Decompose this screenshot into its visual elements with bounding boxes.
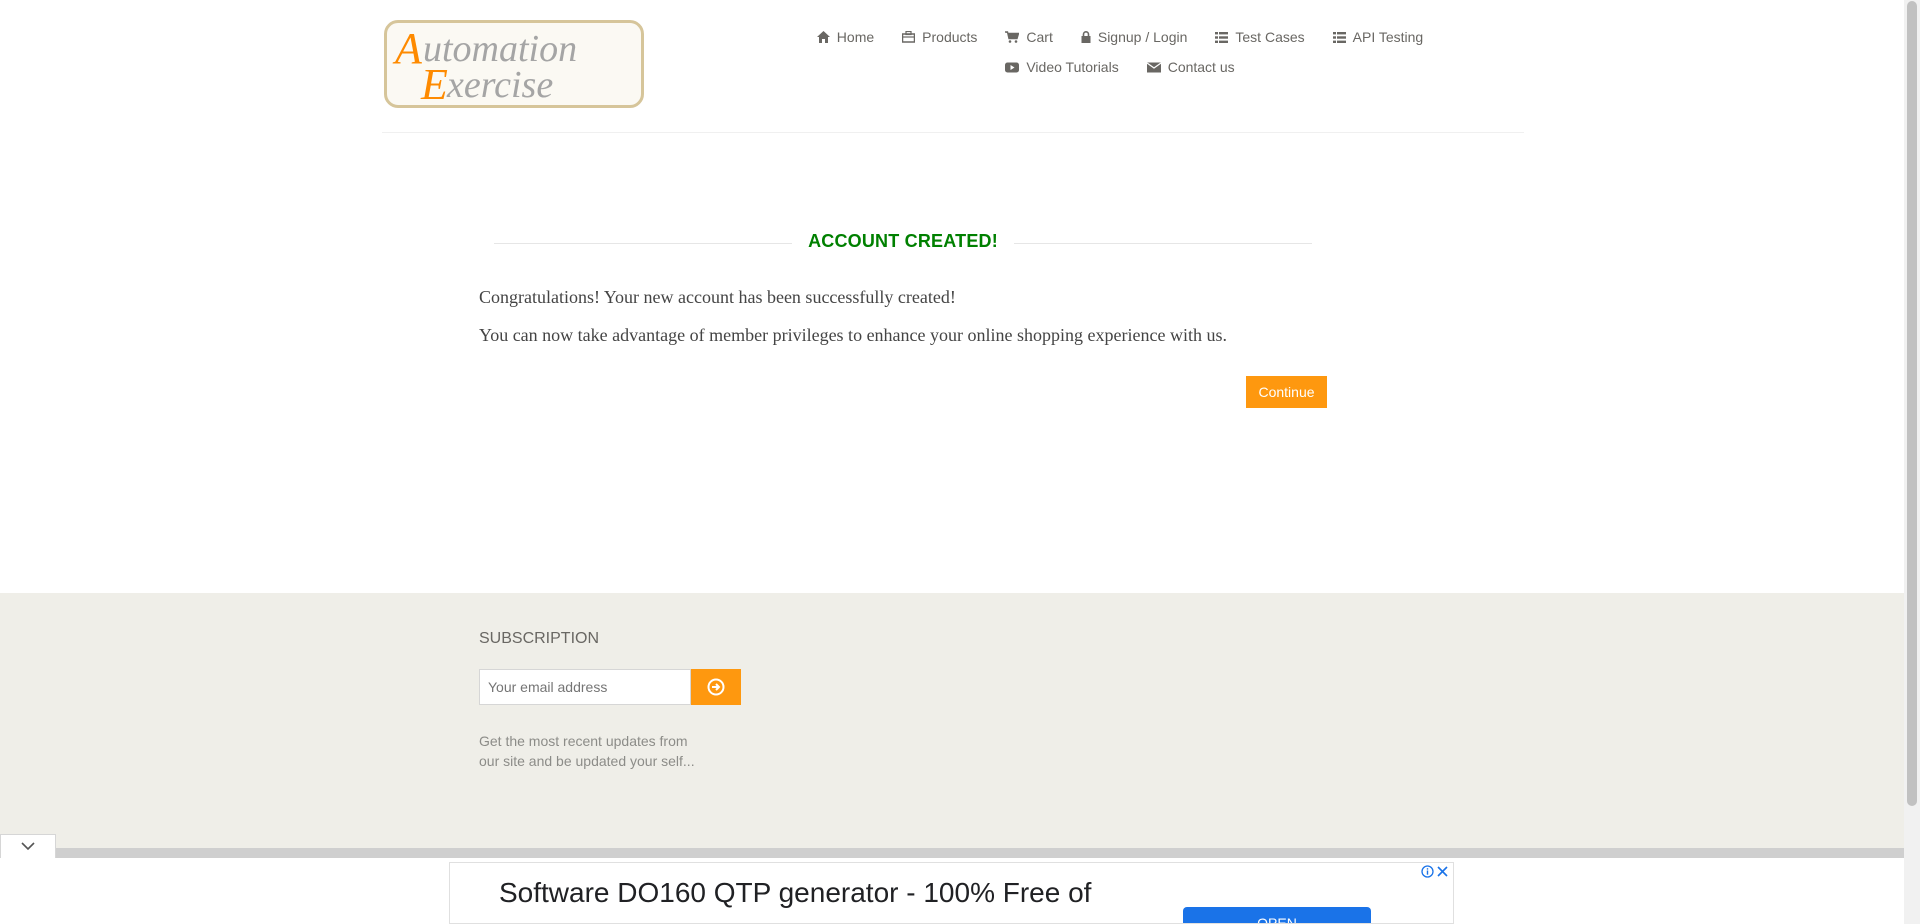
ad-banner[interactable]: Software DO160 QTP generator - 100% Free…	[449, 862, 1454, 924]
privileges-message: You can now take advantage of member pri…	[479, 325, 1227, 345]
scrollbar-thumb[interactable]	[1907, 1, 1917, 806]
page-title: ACCOUNT CREATED!	[808, 231, 998, 251]
nav-contact-us-label: Contact us	[1167, 59, 1235, 75]
nav-signup-login-label: Signup / Login	[1097, 29, 1188, 45]
home-icon	[816, 31, 830, 43]
cart-icon	[1005, 31, 1020, 43]
nav-video-tutorials[interactable]: Video Tutorials	[991, 58, 1132, 76]
nav-test-cases[interactable]: Test Cases	[1201, 28, 1318, 46]
ad-info-icon[interactable]	[1421, 865, 1434, 878]
ad-divider-strip	[0, 848, 1904, 858]
nav-home-label: Home	[836, 29, 875, 45]
lock-icon	[1081, 31, 1091, 43]
subscription-description: Get the most recent updates from our sit…	[479, 733, 695, 769]
site-header: A utomation E xercise Home Products Cart…	[382, 0, 1524, 133]
nav-video-tutorials-label: Video Tutorials	[1026, 59, 1119, 75]
main-nav: Home Products Cart Signup / Login Test C…	[770, 28, 1470, 76]
nav-test-cases-label: Test Cases	[1235, 29, 1305, 45]
continue-button[interactable]: Continue	[1246, 376, 1327, 408]
ad-close-icon[interactable]	[1436, 865, 1449, 878]
youtube-icon	[1005, 62, 1020, 72]
list-icon	[1215, 31, 1229, 43]
subscription-title: SUBSCRIPTION	[479, 630, 600, 647]
site-footer: SUBSCRIPTION Get the most recent updates…	[0, 593, 1904, 849]
ad-open-button[interactable]: OPEN	[1183, 907, 1371, 923]
site-logo[interactable]: A utomation E xercise	[384, 20, 644, 108]
products-icon	[902, 31, 916, 43]
nav-cart-label: Cart	[1026, 29, 1053, 45]
logo-graphic: A utomation E xercise	[392, 24, 577, 105]
nav-products-label: Products	[922, 29, 978, 45]
nav-signup-login[interactable]: Signup / Login	[1067, 28, 1202, 46]
envelope-icon	[1146, 61, 1161, 72]
nav-home[interactable]: Home	[803, 28, 888, 46]
page-scrollbar[interactable]	[1904, 0, 1920, 924]
ad-headline-continued[interactable]: c...	[499, 913, 536, 923]
svg-text:xercise: xercise	[446, 64, 553, 105]
nav-contact-us[interactable]: Contact us	[1133, 58, 1249, 76]
congrats-message: Congratulations! Your new account has be…	[479, 287, 956, 307]
list-icon	[1332, 31, 1346, 43]
svg-text:A: A	[392, 24, 423, 73]
nav-api-testing-label: API Testing	[1352, 29, 1424, 45]
ad-headline[interactable]: Software DO160 QTP generator - 100% Free…	[499, 877, 1091, 909]
nav-api-testing[interactable]: API Testing	[1319, 28, 1438, 46]
subscription-email-input[interactable]	[479, 669, 691, 705]
heading-divider-right	[1014, 243, 1312, 244]
arrow-circle-right-icon	[707, 678, 725, 696]
account-created-heading-row: ACCOUNT CREATED!	[494, 229, 1312, 255]
chevron-down-icon	[21, 842, 35, 851]
nav-products[interactable]: Products	[888, 28, 991, 46]
ad-collapse-toggle[interactable]	[0, 834, 56, 858]
subscribe-button[interactable]	[691, 669, 741, 705]
svg-text:E: E	[420, 60, 448, 105]
nav-cart[interactable]: Cart	[991, 28, 1066, 46]
